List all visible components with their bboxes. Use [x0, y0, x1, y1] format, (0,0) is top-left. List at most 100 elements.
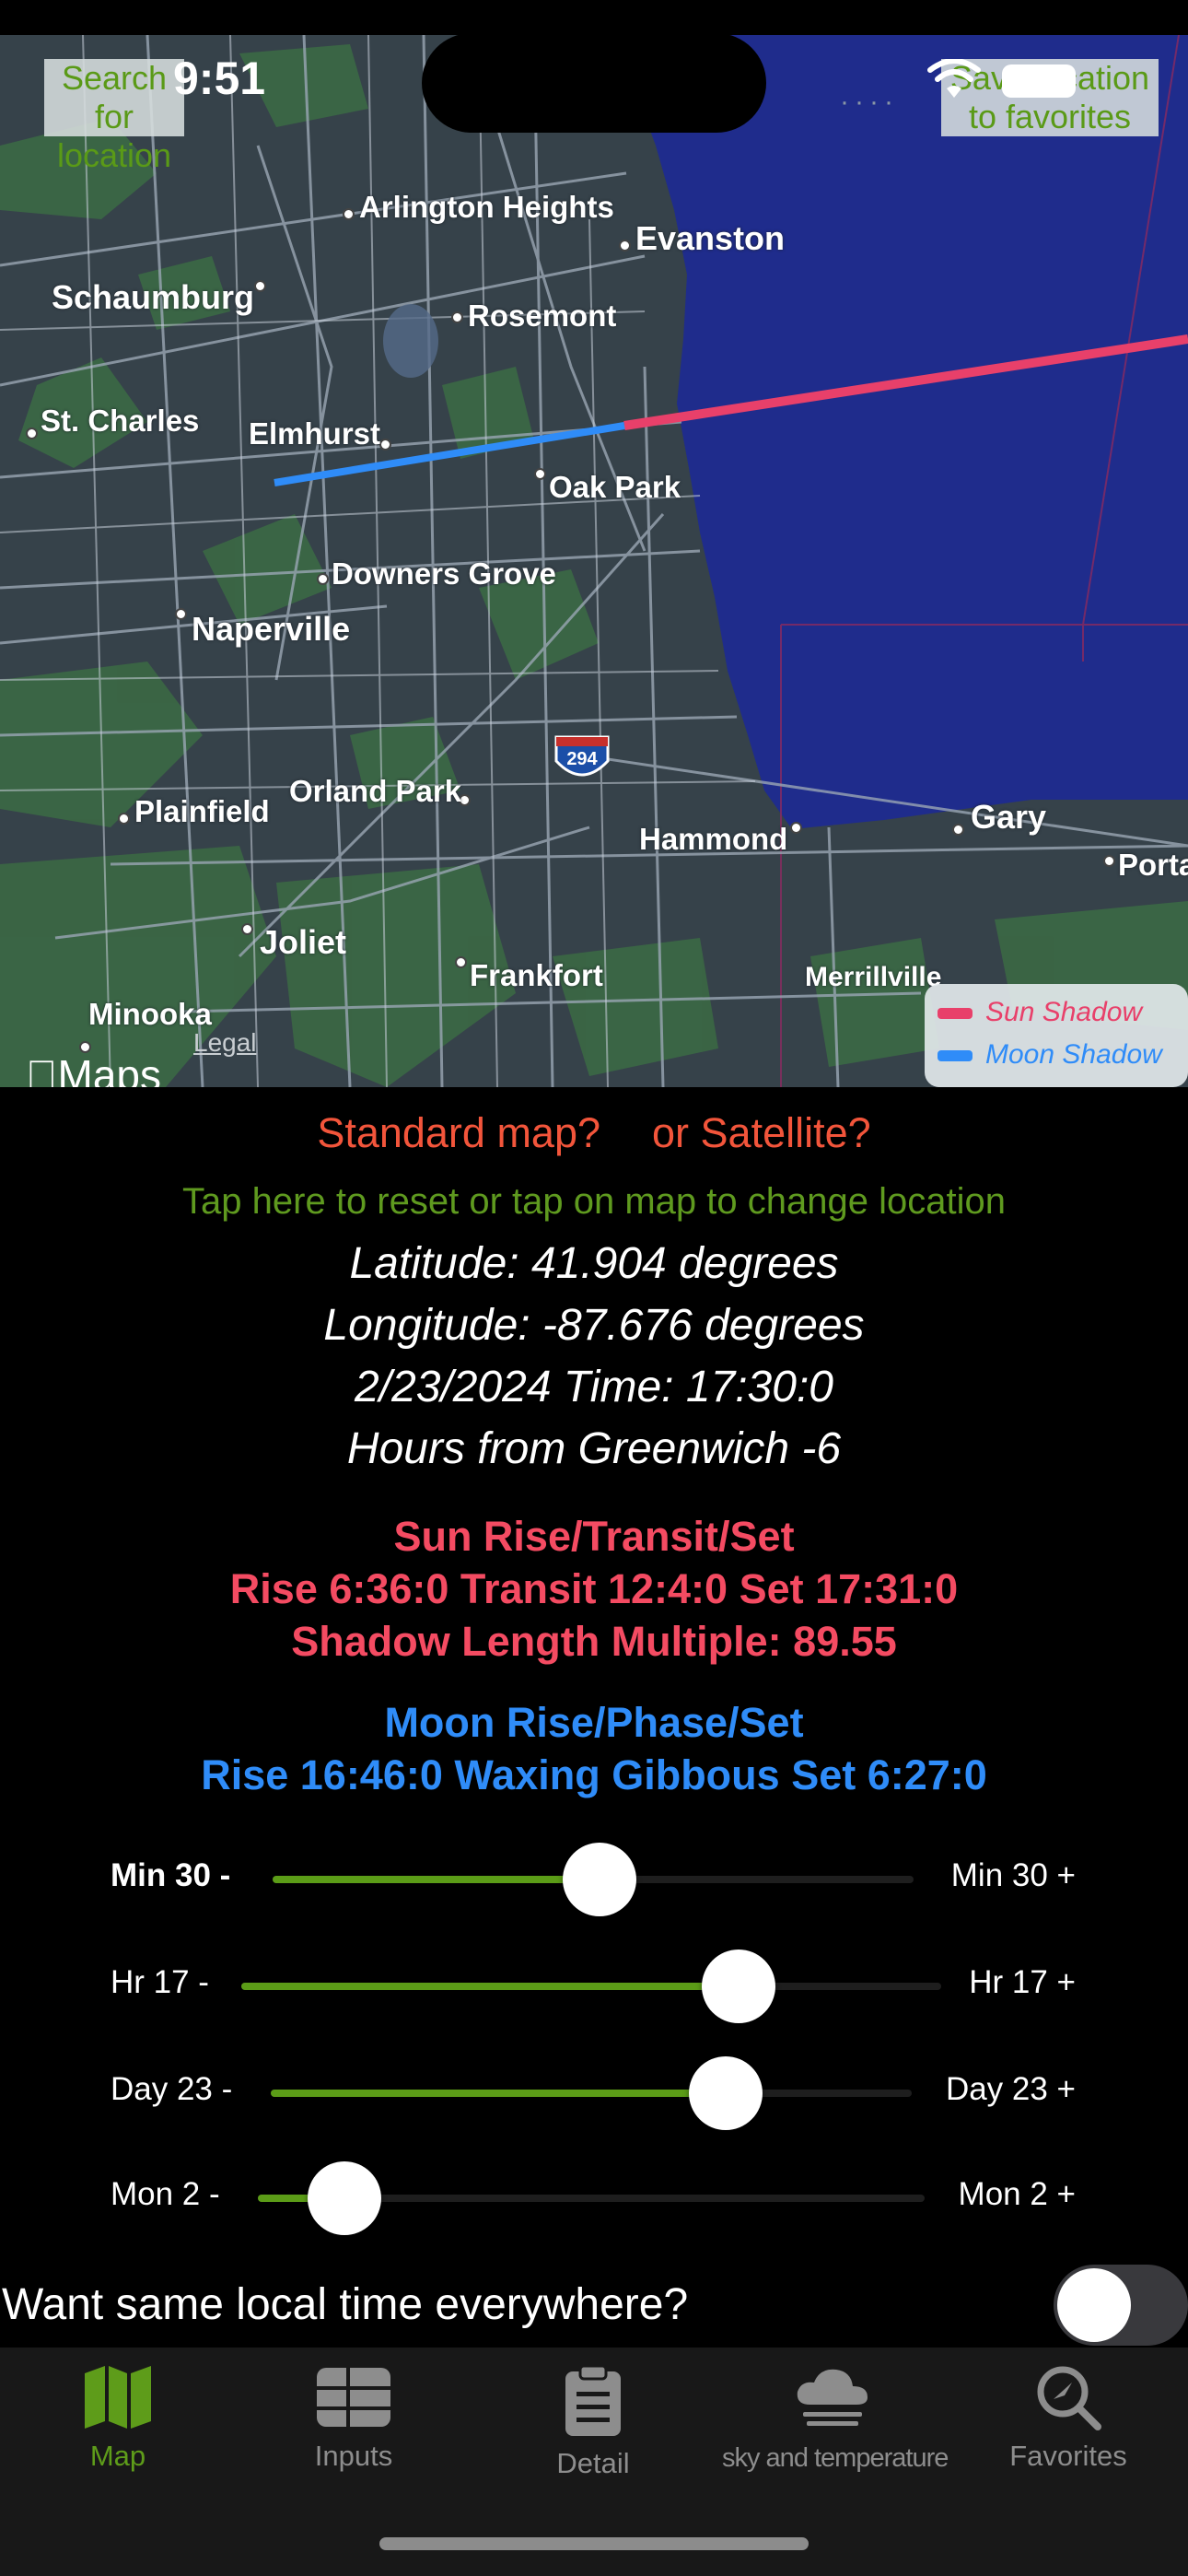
hour-slider-row: Hr 17 - Hr 17 + — [0, 1950, 1188, 2023]
city-dot — [790, 822, 802, 834]
city-dot — [534, 468, 546, 480]
apple-maps-logo: Maps — [26, 1050, 161, 1087]
lake-michigan — [589, 35, 1188, 829]
tab-inputs[interactable]: Inputs — [243, 2364, 464, 2473]
city-dot — [118, 813, 130, 825]
home-indicator — [379, 2537, 809, 2550]
moon-swatch — [938, 1050, 973, 1062]
month-plus-button[interactable]: Mon 2 + — [959, 2176, 1076, 2213]
city-label: Downers Grove — [332, 556, 556, 591]
city-dot — [619, 240, 631, 252]
city-label: Plainfield — [134, 794, 270, 828]
day-plus-button[interactable]: Day 23 + — [946, 2071, 1076, 2108]
slider-thumb[interactable] — [689, 2056, 763, 2130]
city-dot — [1103, 855, 1115, 867]
city-dot — [379, 439, 391, 451]
minute-minus-button[interactable]: Min 30 - — [111, 1857, 230, 1894]
interstate-294-shield: 294 — [554, 735, 610, 777]
magnifier-icon — [1037, 2366, 1101, 2430]
city-dot — [175, 608, 187, 620]
hour-plus-button[interactable]: Hr 17 + — [969, 1964, 1076, 2001]
svg-text:294: 294 — [566, 749, 598, 769]
clipboard-icon — [565, 2364, 621, 2436]
same-time-toggle[interactable] — [1054, 2265, 1188, 2346]
sun-times: Rise 6:36:0 Transit 12:4:0 Set 17:31:0 — [229, 1565, 959, 1612]
city-label: Evanston — [635, 219, 786, 257]
satellite-map-button[interactable]: or Satellite? — [652, 1109, 871, 1156]
map-type-selector: Standard map? or Satellite? — [0, 1109, 1188, 1157]
month-minus-button[interactable]: Mon 2 - — [111, 2176, 220, 2213]
city-label: Arlington Heights — [359, 190, 614, 224]
city-label: Portage — [1118, 848, 1188, 882]
slider-thumb[interactable] — [701, 1950, 775, 2023]
shadow-length: Shadow Length Multiple: 89.55 — [291, 1618, 897, 1665]
gmt-offset-text: Hours from Greenwich -6 — [346, 1424, 842, 1473]
map-view[interactable]: 294 Arlington Heights Evanston Schaumbur… — [0, 35, 1188, 1087]
slider-thumb[interactable] — [308, 2161, 382, 2235]
day-minus-button[interactable]: Day 23 - — [111, 2071, 232, 2108]
city-label: Orland Park — [289, 774, 462, 808]
search-location-button[interactable]: Search for location — [44, 59, 184, 174]
city-dot — [26, 427, 38, 439]
slider-fill — [271, 2090, 727, 2097]
day-slider[interactable] — [271, 2056, 912, 2130]
reset-location-hint[interactable]: Tap here to reset or tap on map to chang… — [0, 1181, 1188, 1223]
city-dot — [241, 923, 253, 935]
month-slider-row: Mon 2 - Mon 2 + — [0, 2161, 1188, 2235]
tab-detail[interactable]: Detail — [483, 2364, 704, 2480]
sun-header: Sun Rise/Transit/Set — [393, 1513, 795, 1560]
city-label: Merrillville — [805, 962, 942, 992]
city-label: Gary — [971, 798, 1047, 836]
tab-map[interactable]: Map — [7, 2364, 228, 2473]
city-label: Schaumburg — [52, 278, 255, 316]
city-label: Elmhurst — [249, 416, 381, 451]
city-dot — [254, 280, 266, 292]
city-label: St. Charles — [41, 404, 200, 438]
cloud-icon — [797, 2369, 868, 2426]
city-label: Oak Park — [549, 470, 681, 504]
minute-slider[interactable] — [273, 1843, 914, 1916]
hour-slider[interactable] — [241, 1950, 941, 2023]
slider-fill — [273, 1876, 600, 1883]
month-slider[interactable] — [258, 2161, 925, 2235]
moon-times: Rise 16:46:0 Waxing Gibbous Set 6:27:0 — [201, 1751, 987, 1798]
minute-plus-button[interactable]: Min 30 + — [951, 1857, 1076, 1894]
city-label: Minooka — [88, 997, 212, 1031]
day-slider-row: Day 23 - Day 23 + — [0, 2056, 1188, 2130]
city-dot — [343, 208, 355, 220]
tab-favorites[interactable]: Favorites — [958, 2364, 1179, 2473]
city-label: Frankfort — [470, 958, 603, 992]
city-label: Hammond — [639, 822, 788, 856]
dynamic-island — [422, 33, 766, 133]
minute-slider-row: Min 30 - Min 30 + — [0, 1843, 1188, 1916]
moon-header: Moon Rise/Phase/Set — [384, 1699, 804, 1746]
hour-minus-button[interactable]: Hr 17 - — [111, 1964, 209, 2001]
city-dot — [455, 956, 467, 968]
table-icon — [317, 2368, 390, 2427]
standard-map-button[interactable]: Standard map? — [317, 1109, 600, 1156]
slider-thumb[interactable] — [562, 1843, 636, 1916]
same-time-label: Want same local time everywhere? — [2, 2280, 689, 2329]
slider-fill — [241, 1983, 739, 1990]
signal-dots-icon: ···· — [840, 87, 899, 117]
tab-sky-temperature[interactable]: sky and temperature — [722, 2364, 949, 2474]
city-label: Joliet — [260, 923, 347, 961]
city-dot — [317, 573, 329, 585]
city-label: Rosemont — [468, 299, 617, 333]
sun-swatch — [938, 1008, 973, 1020]
apple-icon:  — [26, 1051, 58, 1087]
legend-moon-row: Moon Shadow — [938, 1039, 1162, 1071]
wifi-icon — [927, 59, 981, 98]
longitude-text: Longitude: -87.676 degrees — [323, 1301, 865, 1350]
shadow-legend: Sun Shadow Moon Shadow — [925, 984, 1188, 1087]
battery-icon — [1002, 64, 1076, 98]
legal-link[interactable]: Legal — [193, 1028, 257, 1058]
legend-sun-row: Sun Shadow — [938, 997, 1142, 1028]
city-label: Naperville — [192, 610, 351, 648]
toggle-knob — [1057, 2268, 1131, 2342]
city-dot — [451, 311, 463, 323]
city-dot — [952, 824, 964, 836]
status-time: 9:51 — [173, 53, 266, 104]
datetime-text: 2/23/2024 Time: 17:30:0 — [355, 1363, 833, 1411]
map-icon — [85, 2366, 151, 2429]
